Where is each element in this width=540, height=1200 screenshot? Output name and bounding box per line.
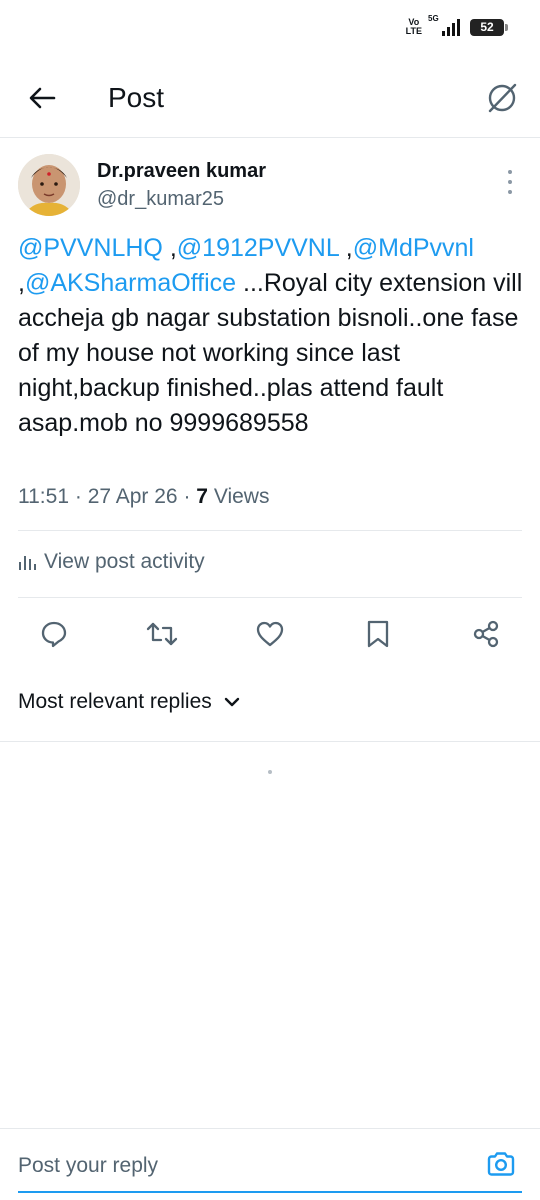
- more-dot: [508, 180, 512, 184]
- post-time: 11:51: [18, 485, 69, 508]
- post-meta: 11:51 · 27 Apr 26 · 7 Views: [18, 485, 269, 509]
- signal-bar: [457, 19, 460, 36]
- status-bar: Vo LTE 5G 52: [0, 0, 540, 60]
- share-icon: [473, 620, 499, 648]
- grok-button[interactable]: [482, 78, 522, 118]
- repost-icon: [146, 622, 178, 646]
- action-bar: [18, 612, 522, 656]
- post-date: 27 Apr 26: [87, 485, 178, 508]
- avatar[interactable]: [18, 154, 80, 216]
- views-count: 7: [196, 485, 208, 508]
- network-type-label: 5G: [428, 14, 439, 23]
- mention-separator: ,: [162, 234, 177, 262]
- view-post-activity-label: View post activity: [44, 550, 205, 573]
- meta-separator: ·: [183, 485, 191, 508]
- reply-button[interactable]: [32, 612, 76, 656]
- author-name[interactable]: Dr.praveen kumar: [97, 160, 266, 183]
- mention-link[interactable]: @MdPvvnl: [353, 234, 474, 262]
- mention-separator: ,: [18, 269, 25, 297]
- signal-icon: 5G: [428, 14, 460, 36]
- mention-link[interactable]: @AKSharmaOffice: [25, 269, 236, 297]
- replies-sort-dropdown[interactable]: Most relevant replies: [18, 690, 240, 714]
- reply-bar: [0, 1128, 540, 1200]
- signal-bar: [452, 23, 455, 36]
- reply-icon: [41, 621, 67, 648]
- replies-sort-label: Most relevant replies: [18, 690, 212, 713]
- meta-separator: ·: [74, 485, 82, 508]
- reply-input[interactable]: [18, 1151, 458, 1181]
- mention-link[interactable]: @PVVNLHQ: [18, 234, 163, 262]
- reply-input-underline: [18, 1191, 522, 1193]
- analytics-icon: [19, 556, 36, 570]
- top-bar: Post: [0, 60, 540, 138]
- camera-icon: [487, 1152, 515, 1176]
- repost-button[interactable]: [140, 612, 184, 656]
- volte-bottom-label: LTE: [405, 26, 422, 36]
- loading-indicator: [268, 770, 272, 774]
- author-handle[interactable]: @dr_kumar25: [97, 188, 224, 211]
- chevron-down-icon: [224, 697, 239, 707]
- battery-icon: 52: [470, 18, 508, 36]
- status-icons: Vo LTE 5G 52: [406, 14, 508, 36]
- divider: [18, 530, 522, 531]
- mention-link[interactable]: @1912PVVNL: [177, 234, 339, 262]
- bookmark-button[interactable]: [356, 612, 400, 656]
- bookmark-icon: [367, 620, 389, 648]
- divider: [0, 741, 540, 742]
- arrow-left-icon: [29, 87, 56, 109]
- signal-bar: [442, 31, 445, 36]
- more-dot: [508, 190, 512, 194]
- mention-separator: ,: [338, 234, 353, 262]
- signal-bar: [447, 27, 450, 36]
- page-title: Post: [108, 82, 165, 113]
- like-button[interactable]: [248, 612, 292, 656]
- divider: [18, 597, 522, 598]
- view-post-activity[interactable]: View post activity: [18, 550, 205, 574]
- more-dot: [508, 170, 512, 174]
- views-label: Views: [213, 485, 270, 508]
- volte-indicator: Vo LTE: [406, 18, 422, 36]
- camera-button[interactable]: [484, 1147, 518, 1181]
- battery-level: 52: [480, 20, 494, 34]
- grok-icon: [488, 83, 517, 113]
- back-button[interactable]: [22, 80, 62, 116]
- share-button[interactable]: [464, 612, 508, 656]
- post-screen: Vo LTE 5G 52 Post Dr.praveen kumar @dr_k…: [0, 0, 540, 1200]
- more-options-button[interactable]: [502, 170, 518, 194]
- post-author: Dr.praveen kumar @dr_kumar25: [18, 154, 522, 224]
- avatar-image: [18, 154, 80, 216]
- heart-icon: [256, 621, 284, 647]
- post-text: @PVVNLHQ ,@1912PVVNL ,@MdPvvnl ,@AKSharm…: [18, 231, 528, 441]
